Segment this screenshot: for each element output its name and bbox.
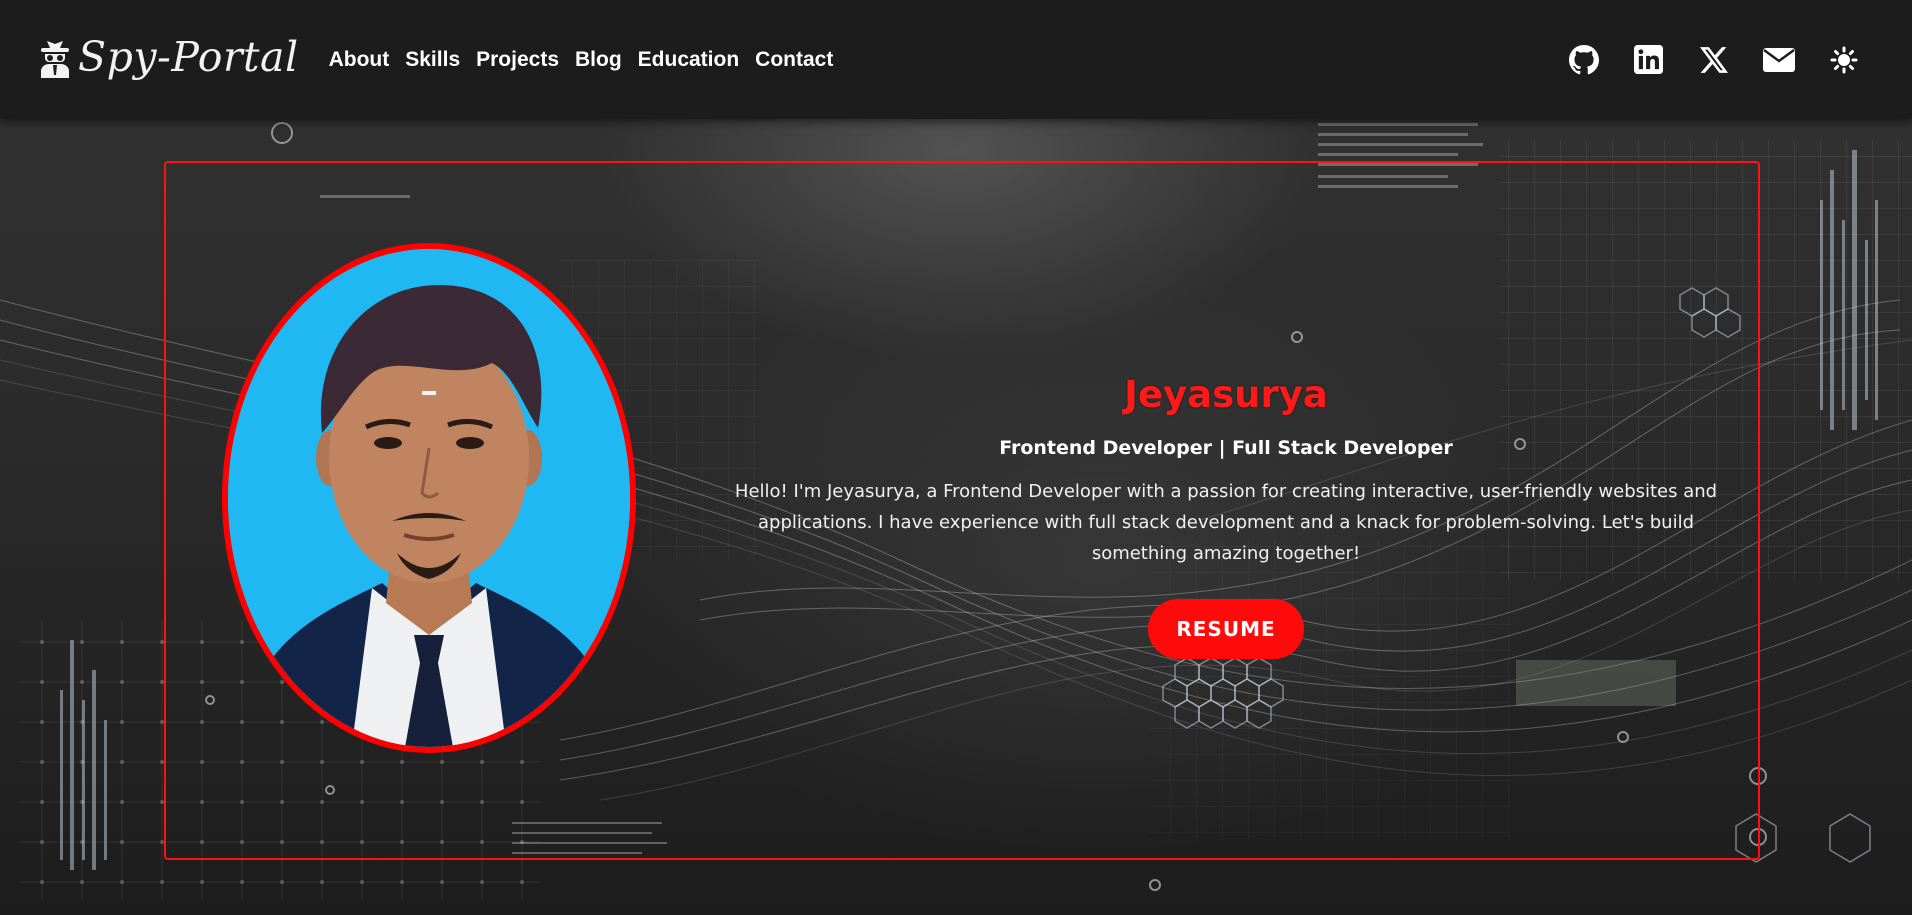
social-links <box>1551 35 1876 85</box>
x-icon[interactable] <box>1681 35 1746 85</box>
theme-toggle-icon[interactable] <box>1811 35 1876 85</box>
brand-name: Spy-Portal <box>78 33 299 81</box>
navbar: Spy-Portal About Skills Projects Blog Ed… <box>0 0 1912 119</box>
nav-link-skills[interactable]: Skills <box>397 49 468 70</box>
nav-link-education[interactable]: Education <box>630 49 748 70</box>
nav-link-contact[interactable]: Contact <box>747 49 841 70</box>
hero-description: Hello! I'm Jeyasurya, a Frontend Develop… <box>734 481 1718 564</box>
email-icon[interactable] <box>1746 35 1811 85</box>
linkedin-icon[interactable] <box>1616 35 1681 85</box>
github-icon[interactable] <box>1551 35 1616 85</box>
nav-link-about[interactable]: About <box>321 49 398 70</box>
nav-link-blog[interactable]: Blog <box>567 49 630 70</box>
nav-link-projects[interactable]: Projects <box>468 49 567 70</box>
hero-role: Frontend Developer | Full Stack Develope… <box>999 437 1453 459</box>
nav-links: About Skills Projects Blog Education Con… <box>321 49 842 70</box>
profile-portrait <box>228 249 630 747</box>
hero-name: Jeyasurya <box>1124 373 1328 416</box>
resume-button[interactable]: RESUME <box>1148 599 1304 659</box>
spy-icon <box>38 38 78 82</box>
hero-content: Jeyasurya Frontend Developer | Full Stac… <box>700 365 1752 659</box>
profile-photo <box>222 243 636 753</box>
brand-logo[interactable]: Spy-Portal <box>38 33 299 82</box>
page: Spy-Portal About Skills Projects Blog Ed… <box>0 0 1912 915</box>
